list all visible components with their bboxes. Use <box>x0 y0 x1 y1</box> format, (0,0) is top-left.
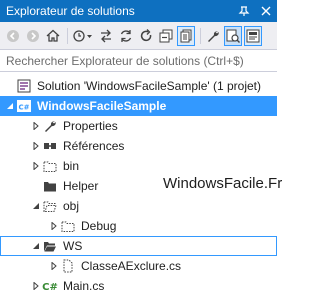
folder-icon <box>42 178 58 194</box>
watermark-text: WindowsFacile.Fr <box>163 175 283 192</box>
pin-icon[interactable] <box>233 0 255 22</box>
solution-explorer-toolbar <box>0 22 277 50</box>
tree-item-properties[interactable]: Properties <box>0 116 277 136</box>
tree-item-label: Références <box>63 139 125 153</box>
tree-item-label: Main.cs <box>63 279 105 293</box>
folder-open-icon <box>42 238 58 254</box>
back-icon[interactable] <box>4 26 22 46</box>
chevron-right-icon[interactable] <box>48 256 60 276</box>
home-icon[interactable] <box>44 26 62 46</box>
chevron-down-icon[interactable] <box>4 96 16 116</box>
tree-item-bin[interactable]: bin <box>0 156 277 176</box>
refresh-icon[interactable] <box>137 26 155 46</box>
csharp-project-icon: C# <box>16 98 32 114</box>
tree-item-label: Solution 'WindowsFacileSample' (1 projet… <box>37 79 262 93</box>
tree-item-label: obj <box>63 199 80 213</box>
solution-icon <box>16 78 32 94</box>
tree-item-label: bin <box>63 159 80 173</box>
tree-item-label: Debug <box>81 219 117 233</box>
sync-icon[interactable] <box>117 26 135 46</box>
tree-item-obj[interactable]: obj <box>0 196 277 216</box>
excluded-folder-icon <box>42 158 58 174</box>
chevron-right-icon[interactable] <box>30 116 42 136</box>
svg-text:C#: C# <box>42 282 58 293</box>
wrench-icon <box>42 118 58 134</box>
show-all-files-icon[interactable] <box>177 25 195 46</box>
close-icon[interactable] <box>255 0 277 22</box>
excluded-file-icon <box>60 258 76 274</box>
pending-changes-icon[interactable] <box>97 26 115 46</box>
tree-item-label: WindowsFacileSample <box>37 99 167 113</box>
toolbar-separator <box>67 27 68 44</box>
tree-item-debug[interactable]: Debug <box>0 216 277 236</box>
properties-icon[interactable] <box>204 26 222 46</box>
tree-item-ws[interactable]: WS <box>0 236 277 256</box>
tree-item-label: Helper <box>63 179 99 193</box>
excluded-folder-icon <box>60 218 76 234</box>
tree-item-references[interactable]: Références <box>0 136 277 156</box>
references-icon <box>42 138 58 154</box>
chevron-right-icon[interactable] <box>30 156 42 176</box>
toolbar-separator <box>200 27 201 44</box>
csharp-file-icon: C# <box>42 278 58 294</box>
chevron-right-icon[interactable] <box>48 216 60 236</box>
svg-text:C#: C# <box>18 104 29 112</box>
forward-icon[interactable] <box>24 26 42 46</box>
chevron-right-icon[interactable] <box>30 136 42 156</box>
tree-item-classe[interactable]: ClasseAExclure.cs <box>0 256 277 276</box>
tree-item-main[interactable]: C# Main.cs <box>0 276 277 296</box>
view-code-icon[interactable] <box>224 25 242 46</box>
preview-icon[interactable] <box>244 25 262 46</box>
tree-item-label: ClasseAExclure.cs <box>81 259 182 273</box>
chevron-right-icon[interactable] <box>30 276 42 296</box>
excluded-folder-open-icon <box>42 198 58 214</box>
tree-item-label: WS <box>63 239 83 253</box>
search-bar <box>0 50 277 72</box>
history-dropdown-icon[interactable] <box>71 26 95 46</box>
chevron-down-icon[interactable] <box>30 236 42 256</box>
window-title: Explorateur de solutions <box>6 4 135 18</box>
window-titlebar: Explorateur de solutions <box>0 0 277 22</box>
tree-item-solution[interactable]: Solution 'WindowsFacileSample' (1 projet… <box>0 76 277 96</box>
collapse-all-icon[interactable] <box>157 26 175 46</box>
tree-item-project[interactable]: C# WindowsFacileSample <box>0 96 277 116</box>
tree-item-label: Properties <box>63 119 118 133</box>
chevron-down-icon[interactable] <box>30 196 42 216</box>
search-input[interactable] <box>6 53 271 68</box>
